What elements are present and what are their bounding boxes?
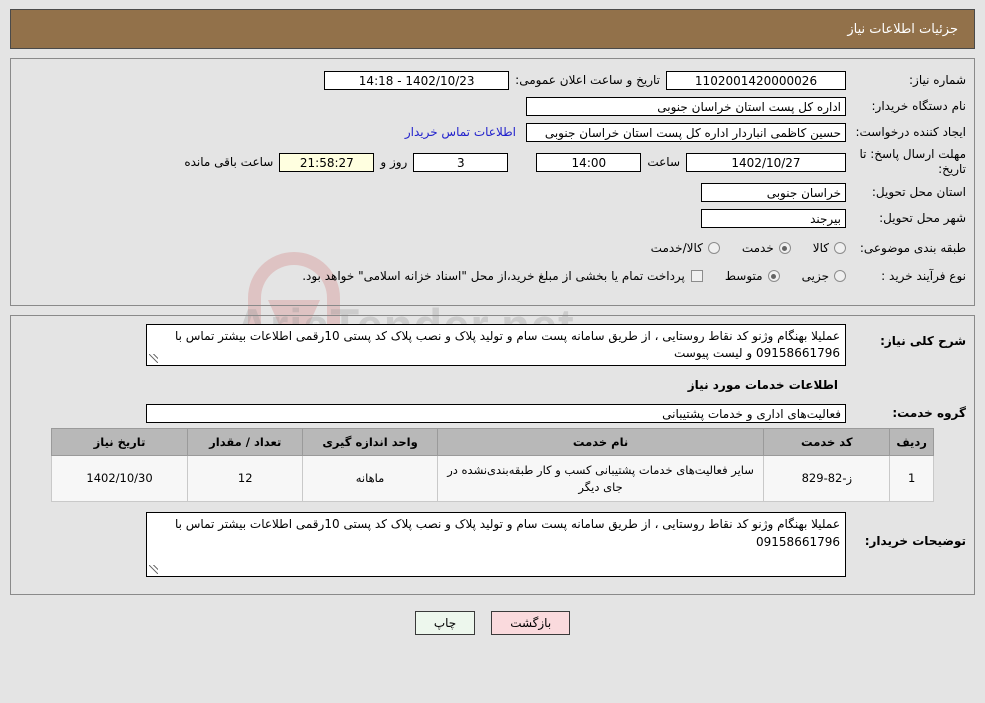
process-radio-group: جزیی متوسط پرداخت تمام یا بخشی از مبلغ خ… xyxy=(302,269,846,283)
creator-label: ایجاد کننده درخواست: xyxy=(855,124,966,139)
th-service-name: نام خدمت xyxy=(436,428,765,456)
creator-value[interactable]: حسین کاظمی انباردار اداره کل پست استان خ… xyxy=(526,122,846,142)
row-buyer-notes: توضیحات خریدار: عملیلا بهنگام وژنو کد نق… xyxy=(19,512,966,578)
row-buyer-org: نام دستگاه خریدار: اداره کل پست استان خر… xyxy=(19,95,966,117)
row-description: شرح کلی نیاز: عملیلا بهنگام وژنو کد نقاط… xyxy=(19,324,966,366)
payment-note-label: پرداخت تمام یا بخشی از مبلغ خرید،از محل … xyxy=(302,269,685,283)
description-label: شرح کلی نیاز: xyxy=(880,334,966,348)
process-label: نوع فرآیند خرید : xyxy=(881,268,966,283)
service-group-label: گروه خدمت: xyxy=(892,405,966,420)
process-option-label: متوسط xyxy=(724,269,763,283)
services-table: ردیف کد خدمت نام خدمت واحد اندازه گیری ت… xyxy=(50,428,934,503)
buyer-notes-textarea[interactable]: عملیلا بهنگام وژنو کد نقاط روستایی ، از … xyxy=(146,512,846,578)
category-option-label: کالا/خدمت xyxy=(650,241,703,255)
need-info-panel: شماره نیاز: 1102001420000026 تاریخ و ساع… xyxy=(10,58,975,306)
row-process-type: نوع فرآیند خرید : جزیی متوسط پرداخت تمام… xyxy=(19,265,966,287)
back-button[interactable]: بازگشت xyxy=(491,611,571,635)
process-option-jozi[interactable]: جزیی xyxy=(802,269,846,283)
hour-label: ساعت xyxy=(647,155,680,169)
description-textarea[interactable]: عملیلا بهنگام وژنو کد نقاط روستایی ، از … xyxy=(146,324,846,366)
category-label: طبقه بندی موضوعی: xyxy=(859,240,966,255)
deadline-label: مهلت ارسال پاسخ: تا تاریخ: xyxy=(859,147,966,176)
category-radio-group: کالا خدمت کالا/خدمت xyxy=(629,241,846,255)
radio-icon[interactable] xyxy=(834,242,846,254)
radio-icon[interactable] xyxy=(707,242,720,254)
category-option-khedmat[interactable]: خدمت xyxy=(742,241,791,255)
buyer-org-label: نام دستگاه خریدار: xyxy=(871,98,967,113)
remaining-days-value[interactable]: 3 xyxy=(413,152,509,172)
page-root: جزئیات اطلاعات نیاز شماره نیاز: 11020014… xyxy=(0,0,985,635)
radio-icon[interactable] xyxy=(767,270,780,282)
category-option-label: خدمت xyxy=(741,241,774,255)
buyer-notes-label: توضیحات خریدار: xyxy=(864,534,966,549)
need-number-label: شماره نیاز: xyxy=(909,72,966,87)
public-announce-value[interactable]: 1402/10/23 - 14:18 xyxy=(324,70,510,90)
deadline-hour-value[interactable]: 14:00 xyxy=(536,152,642,172)
service-group-value[interactable]: فعالیت‌های اداری و خدمات پشتیبانی xyxy=(146,403,846,423)
buyer-contact-link[interactable]: اطلاعات تماس خریدار xyxy=(395,125,526,139)
days-label: روز و xyxy=(380,155,408,169)
th-quantity: تعداد / مقدار xyxy=(187,428,304,456)
table-row: 1 ز-82-829 سایر فعالیت‌های خدمات پشتیبان… xyxy=(50,454,934,503)
print-button[interactable]: چاپ xyxy=(414,611,476,635)
row-deadline: مهلت ارسال پاسخ: تا تاریخ: 1402/10/27 سا… xyxy=(19,147,966,177)
buyer-org-value[interactable]: اداره کل پست استان خراسان جنوبی xyxy=(526,96,846,116)
th-need-date: تاریخ نیاز xyxy=(50,428,189,456)
th-row-number: ردیف xyxy=(889,428,934,456)
radio-icon[interactable] xyxy=(834,270,846,282)
cell-need-date: 1402/10/30 xyxy=(50,454,189,503)
city-value[interactable]: بیرجند xyxy=(701,208,846,228)
row-city: شهر محل تحویل: بیرجند xyxy=(19,207,966,229)
cell-unit: ماهانه xyxy=(302,454,438,503)
radio-icon[interactable] xyxy=(778,242,791,254)
row-province: استان محل تحویل: خراسان جنوبی xyxy=(19,181,966,203)
cell-row-number: 1 xyxy=(889,454,934,503)
category-option-kala[interactable]: کالا xyxy=(813,241,846,255)
cell-service-code: ز-82-829 xyxy=(763,454,891,503)
checkbox-icon[interactable] xyxy=(690,270,703,282)
th-unit: واحد اندازه گیری xyxy=(302,428,438,456)
table-header-row: ردیف کد خدمت نام خدمت واحد اندازه گیری ت… xyxy=(50,428,934,456)
category-option-label: کالا xyxy=(812,241,829,255)
services-section-title: اطلاعات خدمات مورد نیاز xyxy=(687,378,838,392)
services-panel: شرح کلی نیاز: عملیلا بهنگام وژنو کد نقاط… xyxy=(10,315,975,595)
category-option-kala-khedmat[interactable]: کالا/خدمت xyxy=(651,241,720,255)
action-button-bar: بازگشت چاپ xyxy=(10,611,975,635)
row-service-group: گروه خدمت: فعالیت‌های اداری و خدمات پشتی… xyxy=(19,402,966,424)
cell-quantity: 12 xyxy=(187,454,304,503)
th-service-code: کد خدمت xyxy=(763,428,891,456)
need-number-value[interactable]: 1102001420000026 xyxy=(666,70,846,90)
remaining-time-label: ساعت باقی مانده xyxy=(184,155,274,169)
page-title: جزئیات اطلاعات نیاز xyxy=(10,9,975,49)
payment-note-option[interactable]: پرداخت تمام یا بخشی از مبلغ خرید،از محل … xyxy=(302,269,703,283)
city-label: شهر محل تحویل: xyxy=(879,210,966,225)
deadline-date-value[interactable]: 1402/10/27 xyxy=(686,152,846,172)
process-option-label: جزیی xyxy=(801,269,829,283)
row-need-number: شماره نیاز: 1102001420000026 تاریخ و ساع… xyxy=(19,69,966,91)
row-category: طبقه بندی موضوعی: کالا خدمت کالا/خدمت xyxy=(19,237,966,259)
province-value[interactable]: خراسان جنوبی xyxy=(701,182,846,202)
public-announce-label: تاریخ و ساعت اعلان عمومی: xyxy=(515,73,660,87)
province-label: استان محل تحویل: xyxy=(871,184,966,199)
remaining-time-value: 21:58:27 xyxy=(279,152,375,172)
process-option-motavaset[interactable]: متوسط xyxy=(725,269,780,283)
cell-service-name: سایر فعالیت‌های خدمات پشتیبانی کسب و کار… xyxy=(436,454,765,503)
row-creator: ایجاد کننده درخواست: حسین کاظمی انباردار… xyxy=(19,121,966,143)
